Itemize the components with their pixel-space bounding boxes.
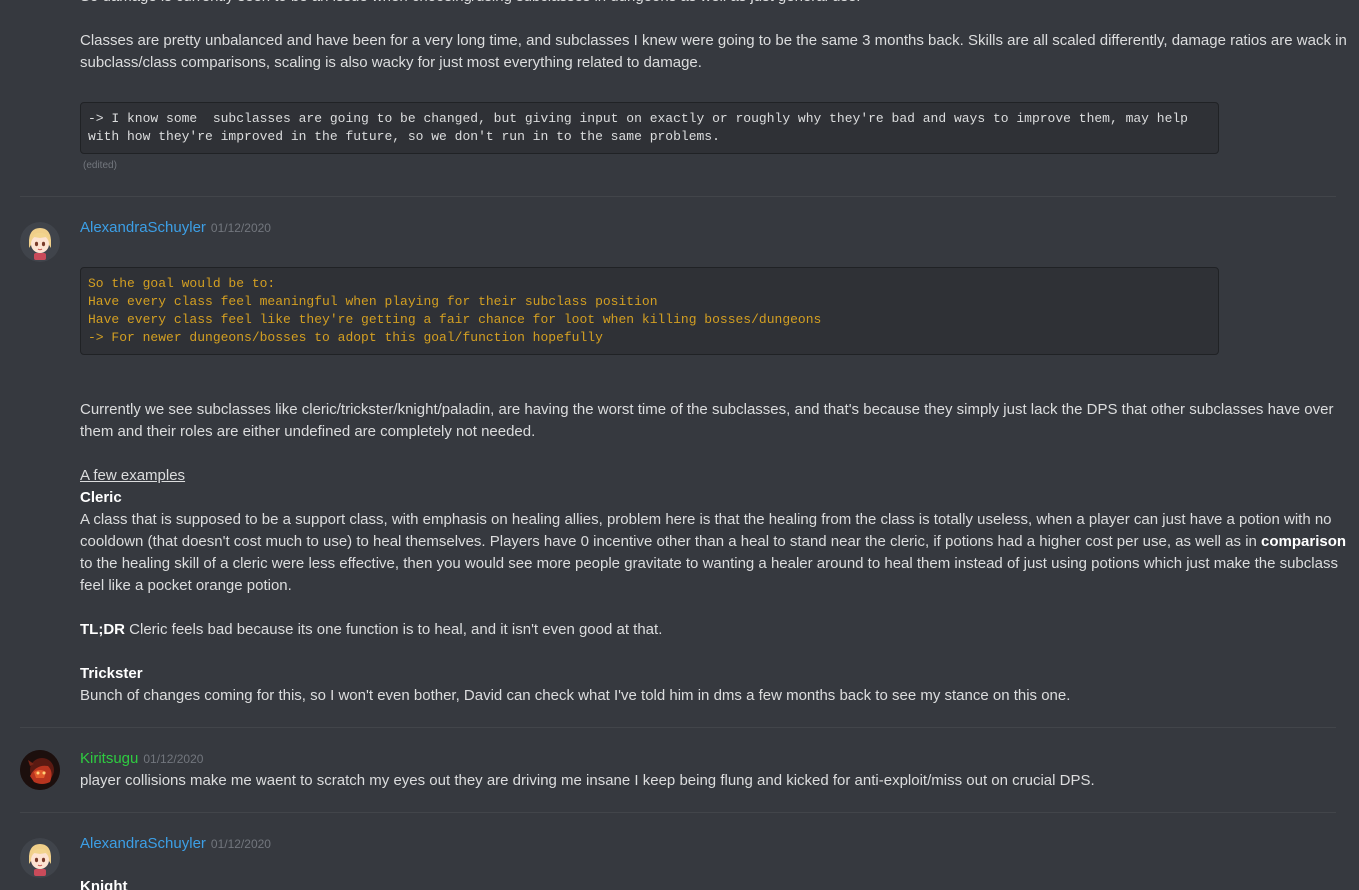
text-fragment: cooldown (that doesn't cost much to use)… — [80, 533, 1262, 550]
username[interactable]: Kiritsugu — [80, 748, 138, 770]
avatar[interactable] — [20, 750, 60, 790]
code-line: -> I know some subclasses are going to b… — [88, 111, 1188, 126]
knight-heading: Knight — [80, 878, 128, 890]
message-header: AlexandraSchuyler 01/12/2020 — [80, 217, 271, 239]
message-text-line: to the healing skill of a cleric were le… — [80, 555, 1338, 572]
edited-label: (edited) — [83, 160, 117, 171]
username[interactable]: AlexandraSchuyler — [80, 217, 206, 239]
timestamp: 01/12/2020 — [210, 221, 271, 235]
username[interactable]: AlexandraSchuyler — [80, 833, 206, 855]
message-text-line: cooldown (that doesn't cost much to use)… — [80, 531, 1355, 553]
code-line: So the goal would be to: — [88, 276, 276, 291]
anime-girl-avatar-icon — [20, 838, 60, 878]
red-character-avatar-icon — [20, 750, 60, 790]
timestamp: 01/12/2020 — [210, 837, 271, 851]
message-text-line: A class that is supposed to be a support… — [80, 511, 1332, 528]
code-line: Have every class feel like they're getti… — [88, 312, 822, 327]
avatar[interactable] — [20, 222, 60, 262]
message-header: Kiritsugu 01/12/2020 — [80, 748, 203, 770]
examples-heading: A few examples — [80, 467, 186, 484]
bold-text: comparison — [1261, 533, 1347, 550]
message-text-line: Classes are pretty unbalanced and have b… — [80, 32, 1347, 49]
trickster-heading: Trickster — [80, 665, 143, 682]
message-divider — [20, 812, 1336, 813]
avatar[interactable] — [20, 838, 60, 878]
code-block: So the goal would be to: Have every clas… — [80, 267, 1219, 355]
code-line: Have every class feel meaningful when pl… — [88, 294, 658, 309]
cleric-heading: Cleric — [80, 489, 122, 506]
message-divider — [20, 196, 1336, 197]
bold-text: TL;DR — [80, 621, 125, 638]
text-fragment: Cleric feels bad because its one functio… — [125, 621, 663, 638]
timestamp: 01/12/2020 — [143, 752, 204, 766]
code-line: with how they're improved in the future,… — [88, 129, 720, 144]
message-text-line: Currently we see subclasses like cleric/… — [80, 401, 1334, 418]
message-text-line: So damage is currently seen to be an iss… — [80, 0, 1340, 8]
message-header: AlexandraSchuyler 01/12/2020 — [80, 833, 271, 855]
message-text-line: player collisions make me waent to scrat… — [80, 772, 1095, 789]
code-block: -> I know some subclasses are going to b… — [80, 102, 1219, 154]
message-text-line: subclass/class comparisons, scaling is a… — [80, 54, 702, 71]
message-text-line: Bunch of changes coming for this, so I w… — [80, 687, 1071, 704]
message-text-line: TL;DR Cleric feels bad because its one f… — [80, 619, 662, 641]
code-line: -> For newer dungeons/bosses to adopt th… — [88, 330, 603, 345]
message-text-line: them and their roles are either undefine… — [80, 423, 536, 440]
message-divider — [20, 727, 1336, 728]
anime-girl-avatar-icon — [20, 222, 60, 262]
message-text-line: feel like a pocket orange potion. — [80, 577, 292, 594]
